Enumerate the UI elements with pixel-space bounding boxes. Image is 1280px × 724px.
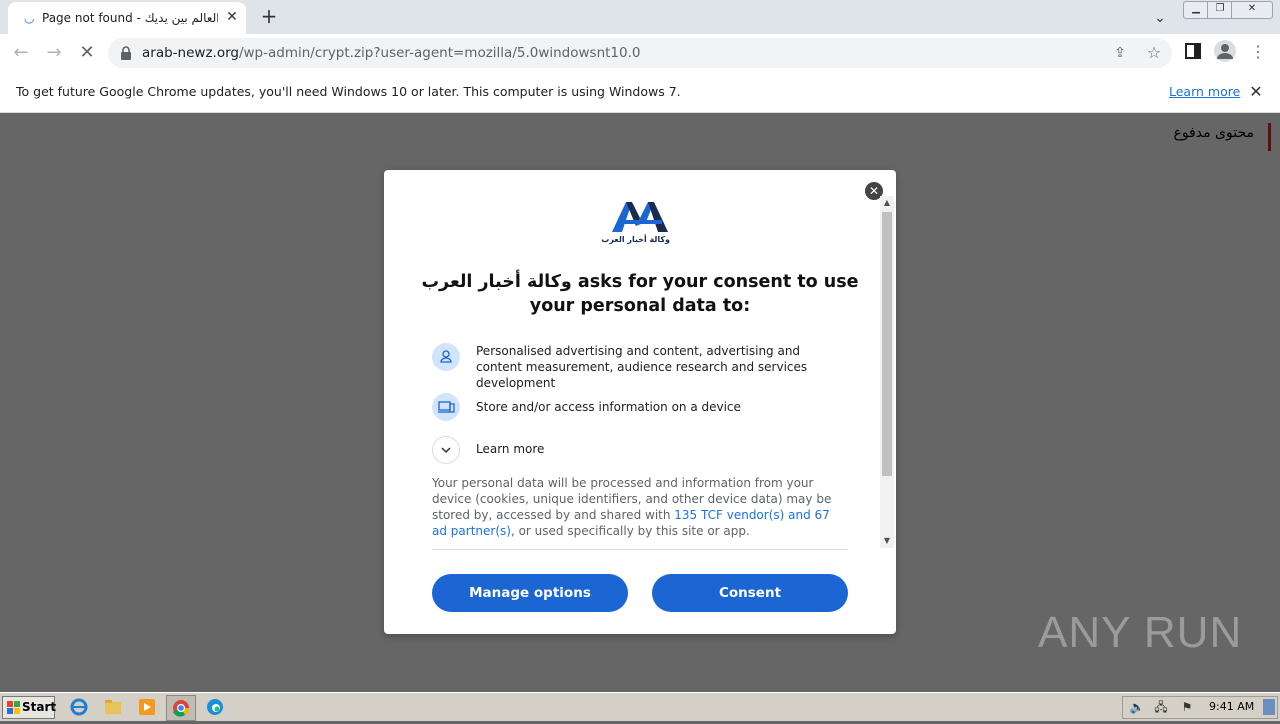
consent-body-text: Your personal data will be processed and… — [432, 476, 832, 538]
consent-button[interactable]: Consent — [652, 574, 848, 612]
forward-arrow-icon[interactable]: → — [43, 42, 65, 64]
clock[interactable]: 9:41 AM — [1209, 700, 1254, 713]
paid-content-label[interactable]: محتوى مدفوع — [1173, 125, 1254, 141]
browser-tab[interactable]: ◡ Page not found - وكالة أخبار العرب : ا… — [8, 2, 246, 34]
infobar-message: To get future Google Chrome updates, you… — [16, 84, 681, 99]
profile-avatar-icon[interactable] — [1214, 40, 1236, 62]
tab-strip: ◡ Page not found - وكالة أخبار العرب : ا… — [0, 0, 1280, 34]
chrome-icon — [173, 700, 190, 717]
kebab-menu-icon[interactable]: ⋮ — [1250, 42, 1266, 62]
infobar-learn-more-link[interactable]: Learn more — [1169, 84, 1240, 99]
chrome-taskbar-button[interactable] — [166, 695, 196, 721]
edge-icon[interactable] — [206, 698, 224, 716]
logo-caption: وكالة أخبار العرب — [601, 235, 670, 244]
purpose-item-text: Store and/or access information on a dev… — [476, 400, 741, 414]
start-button[interactable]: Start — [2, 696, 57, 719]
media-player-icon[interactable] — [138, 698, 156, 716]
chevron-down-icon[interactable] — [432, 436, 460, 464]
site-logo: وكالة أخبار العرب — [601, 198, 670, 250]
anyrun-watermark: ANY RUN — [1038, 608, 1243, 657]
scrollbar-thumb[interactable] — [882, 212, 892, 476]
manage-options-button[interactable]: Manage options — [432, 574, 628, 612]
windows-taskbar: Start 🔈 🖧 ⚑ 9:41 AM — [0, 692, 1280, 721]
speaker-icon[interactable]: 🔈 — [1129, 699, 1145, 715]
share-icon[interactable]: ⇪ — [1111, 44, 1129, 62]
scroll-down-arrow-icon[interactable]: ▼ — [880, 534, 894, 548]
section-accent-bar — [1268, 123, 1271, 151]
window-close-button[interactable]: ✕ — [1231, 1, 1273, 19]
consent-dialog: ✕ ▲ ▼ وكالة أخبار العرب وكالة أخبار العر… — [384, 170, 896, 634]
update-infobar: To get future Google Chrome updates, you… — [0, 72, 1280, 113]
person-icon — [432, 343, 460, 371]
windows-logo-icon — [7, 701, 20, 714]
dialog-scrollbar[interactable]: ▲ ▼ — [880, 196, 894, 548]
divider — [432, 549, 848, 550]
device-icon — [432, 393, 460, 421]
stop-loading-icon[interactable]: ✕ — [76, 42, 98, 64]
dialog-heading: وكالة أخبار العرب asks for your consent … — [421, 272, 859, 316]
lock-icon — [121, 46, 131, 60]
internet-explorer-icon[interactable] — [70, 698, 88, 716]
learn-more-toggle[interactable]: Learn more — [476, 441, 544, 457]
tab-search-chevron-icon[interactable]: ⌄ — [1150, 8, 1170, 28]
back-arrow-icon[interactable]: ← — [10, 42, 32, 64]
infobar-close-icon[interactable]: ✕ — [1246, 82, 1266, 102]
browser-toolbar: ← → ✕ arab-newz.org/wp-admin/crypt.zip?u… — [0, 34, 1280, 73]
start-label: Start — [22, 700, 57, 714]
show-desktop-button[interactable] — [1263, 699, 1275, 715]
purpose-item-text: Personalised advertising and content, ad… — [476, 344, 808, 390]
loading-favicon-icon: ◡ — [24, 11, 35, 25]
window-minimize-button[interactable]: ▁ — [1183, 1, 1209, 19]
tab-title: Page not found - وكالة أخبار العرب : الع… — [42, 11, 218, 25]
new-tab-icon[interactable]: + — [258, 6, 280, 28]
bookmark-star-icon[interactable]: ☆ — [1144, 43, 1164, 63]
side-panel-icon[interactable] — [1184, 42, 1202, 60]
address-bar[interactable]: arab-newz.org/wp-admin/crypt.zip?user-ag… — [108, 38, 1172, 68]
url-text: arab-newz.org/wp-admin/crypt.zip?user-ag… — [142, 45, 641, 61]
scroll-up-arrow-icon[interactable]: ▲ — [880, 196, 894, 210]
network-icon[interactable]: 🖧 — [1153, 699, 1169, 715]
file-explorer-icon[interactable] — [104, 698, 122, 716]
action-center-flag-icon[interactable]: ⚑ — [1179, 699, 1195, 715]
tab-close-icon[interactable]: ✕ — [224, 9, 240, 25]
system-tray: 🔈 🖧 ⚑ 9:41 AM — [1122, 696, 1278, 719]
window-restore-button[interactable]: ❐ — [1207, 1, 1233, 19]
logo-ana-icon — [612, 202, 668, 232]
